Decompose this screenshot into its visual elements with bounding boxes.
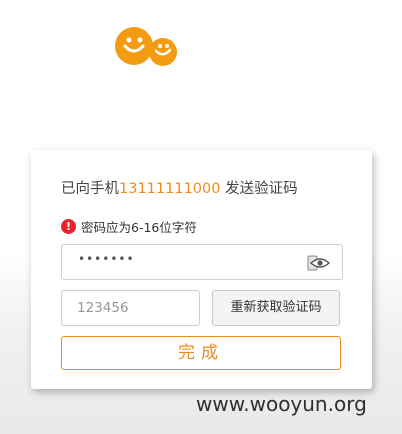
sms-sent-message: 已向手机13111111000 发送验证码 (61, 177, 298, 198)
eye-icon[interactable] (307, 254, 331, 272)
watermark: www.wooyun.org (196, 392, 367, 416)
phone-number: 13111111000 (119, 181, 221, 197)
password-error: ! 密码应为6-16位字符 (61, 217, 197, 236)
password-value: ••••••• (78, 252, 135, 266)
password-field[interactable]: ••••••• (61, 244, 343, 280)
verification-card: 已向手机13111111000 发送验证码 ! 密码应为6-16位字符 ••••… (31, 150, 372, 389)
done-button[interactable]: 完成 (61, 336, 341, 370)
verification-code-input[interactable]: 123456 (61, 290, 200, 326)
error-icon: ! (61, 219, 76, 234)
sent-suffix: 发送验证码 (220, 181, 298, 197)
logo-icon (115, 27, 177, 66)
resend-code-button[interactable]: 重新获取验证码 (212, 290, 340, 326)
error-text: 密码应为6-16位字符 (81, 220, 197, 235)
sent-prefix: 已向手机 (61, 181, 119, 197)
